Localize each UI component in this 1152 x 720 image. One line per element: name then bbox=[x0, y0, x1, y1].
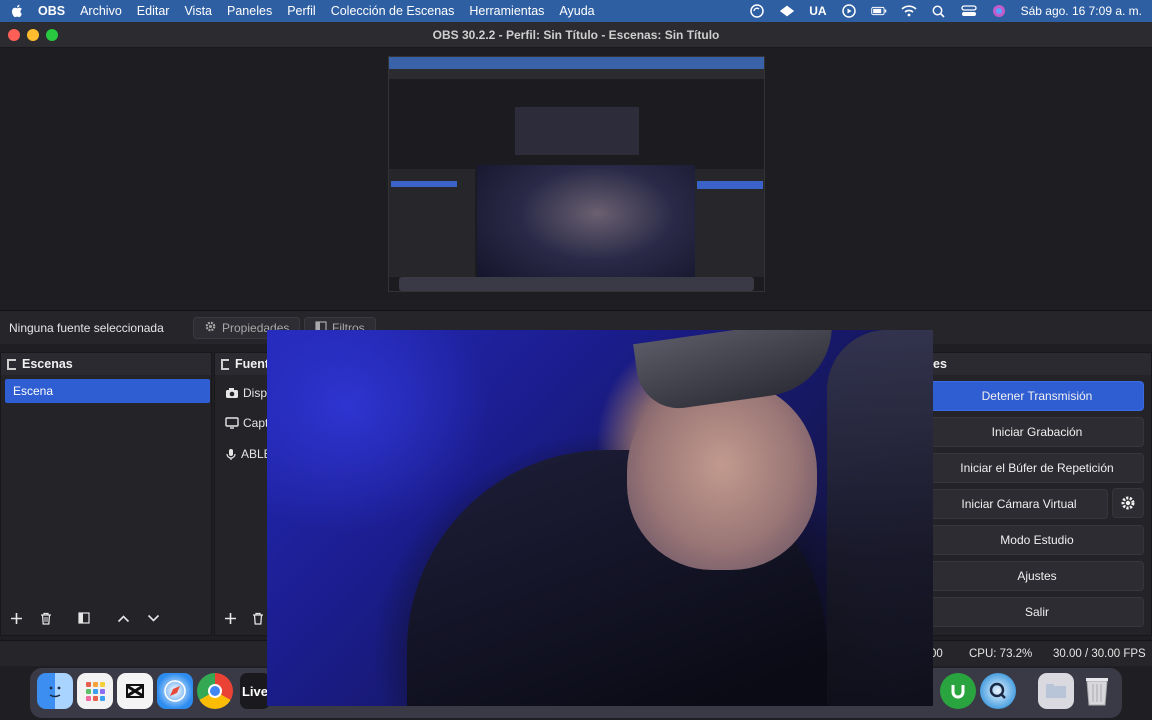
add-scene-button[interactable] bbox=[4, 607, 28, 629]
input-source-indicator[interactable]: UA bbox=[809, 4, 826, 18]
move-scene-up-button[interactable] bbox=[111, 607, 135, 629]
menu-ayuda[interactable]: Ayuda bbox=[559, 4, 594, 18]
remove-source-button[interactable] bbox=[247, 607, 269, 629]
quicktime-dock-icon[interactable] bbox=[980, 673, 1016, 709]
gear-icon bbox=[1121, 496, 1135, 510]
cpu-usage: CPU: 73.2% bbox=[969, 648, 1033, 660]
close-window-button[interactable] bbox=[8, 29, 20, 41]
scene-list-item[interactable]: Escena bbox=[5, 379, 210, 403]
utorrent-dock-icon[interactable] bbox=[940, 673, 976, 709]
preview-nested-preview bbox=[515, 107, 639, 155]
monitor-icon bbox=[225, 417, 239, 429]
finder-dock-icon[interactable] bbox=[37, 673, 73, 709]
menu-herramientas[interactable]: Herramientas bbox=[469, 4, 544, 18]
menubar-status-area: UA Sáb ago. 16 7:09 a. m. bbox=[749, 0, 1142, 22]
scene-item-label: Escena bbox=[13, 384, 54, 398]
webcam-person-face bbox=[627, 380, 817, 570]
window-title: OBS 30.2.2 - Perfil: Sin Título - Escena… bbox=[432, 27, 720, 42]
dock-grip-icon bbox=[7, 358, 16, 370]
scenes-dock-header[interactable]: Escenas bbox=[1, 353, 211, 375]
trash-icon bbox=[41, 612, 51, 625]
live-app-dock-icon[interactable]: Live bbox=[240, 673, 270, 709]
sources-dock: Fuent Dispo Capt ABLE bbox=[214, 352, 274, 636]
microphone-icon bbox=[226, 448, 236, 460]
plus-icon bbox=[224, 612, 236, 624]
menu-paneles[interactable]: Paneles bbox=[227, 4, 272, 18]
webcam-background-person bbox=[827, 330, 933, 706]
sources-dock-header[interactable]: Fuent bbox=[215, 353, 269, 375]
camera-icon bbox=[226, 388, 238, 398]
minimize-window-button[interactable] bbox=[27, 29, 39, 41]
start-replay-buffer-button[interactable]: Iniciar el Búfer de Repetición bbox=[930, 453, 1144, 483]
menu-app-obs[interactable]: OBS bbox=[38, 4, 65, 18]
scenes-dock-toolbar bbox=[1, 605, 211, 631]
preview-nested-control-selected bbox=[697, 181, 763, 189]
source-item[interactable]: Capt bbox=[225, 413, 268, 433]
scenes-dock-title: Escenas bbox=[22, 357, 73, 371]
spotlight-search-icon[interactable] bbox=[931, 4, 947, 18]
preview-nested-titlebar bbox=[389, 69, 764, 79]
chevron-up-icon bbox=[117, 614, 129, 622]
controls-dock-title: es bbox=[933, 357, 947, 371]
preview-nested-dock bbox=[399, 277, 754, 291]
program-preview[interactable] bbox=[388, 56, 765, 292]
play-circle-icon[interactable] bbox=[841, 4, 857, 18]
no-source-selected-label: Ninguna fuente seleccionada bbox=[9, 321, 164, 335]
preview-webcam-image bbox=[477, 165, 695, 287]
battery-icon[interactable] bbox=[870, 4, 887, 18]
fps-readout: 30.00 / 30.00 FPS bbox=[1053, 648, 1146, 660]
sync-icon[interactable] bbox=[749, 4, 765, 18]
live-app-label: Live bbox=[241, 683, 268, 699]
window-controls bbox=[8, 29, 58, 41]
menu-coleccion-escenas[interactable]: Colección de Escenas bbox=[331, 4, 455, 18]
trash-icon bbox=[253, 612, 263, 625]
zoom-window-button[interactable] bbox=[46, 29, 58, 41]
virtual-camera-settings-button[interactable] bbox=[1112, 488, 1144, 518]
move-scene-down-button[interactable] bbox=[141, 607, 165, 629]
wifi-icon[interactable] bbox=[901, 4, 917, 18]
stop-streaming-button[interactable]: Detener Transmisión bbox=[930, 381, 1144, 411]
remove-scene-button[interactable] bbox=[34, 607, 58, 629]
start-virtual-camera-button[interactable]: Iniciar Cámara Virtual bbox=[930, 489, 1108, 519]
siri-icon[interactable] bbox=[991, 4, 1007, 18]
chrome-dock-icon[interactable] bbox=[197, 673, 233, 709]
scenes-dock: Escenas Escena bbox=[0, 352, 212, 636]
settings-button[interactable]: Ajustes bbox=[930, 561, 1144, 591]
studio-mode-button[interactable]: Modo Estudio bbox=[930, 525, 1144, 555]
control-center-icon[interactable] bbox=[960, 4, 977, 18]
plus-icon bbox=[10, 612, 22, 624]
preview-nested-scene-selected bbox=[391, 181, 457, 187]
add-source-button[interactable] bbox=[219, 607, 241, 629]
gear-icon bbox=[204, 320, 217, 336]
safari-dock-icon[interactable] bbox=[157, 673, 193, 709]
webcam-overlay-image bbox=[267, 330, 933, 706]
macos-menubar: OBS Archivo Editar Vista Paneles Perfil … bbox=[0, 0, 1152, 22]
menu-editar[interactable]: Editar bbox=[137, 4, 170, 18]
apple-icon[interactable] bbox=[10, 4, 24, 18]
folder-stack-dock-icon[interactable] bbox=[1038, 673, 1074, 709]
source-item-label: Capt bbox=[243, 416, 269, 430]
diamond-icon[interactable] bbox=[779, 4, 795, 18]
dock-grip-icon bbox=[221, 358, 229, 370]
exit-button[interactable]: Salir bbox=[930, 597, 1144, 627]
chevron-down-icon bbox=[147, 614, 159, 622]
filter-icon bbox=[78, 612, 90, 624]
window-titlebar: OBS 30.2.2 - Perfil: Sin Título - Escena… bbox=[0, 22, 1152, 48]
preview-nested-menubar bbox=[389, 57, 764, 69]
preview-area bbox=[0, 48, 1152, 302]
sources-dock-toolbar bbox=[215, 605, 269, 631]
menu-vista[interactable]: Vista bbox=[184, 4, 212, 18]
launchpad-dock-icon[interactable] bbox=[77, 673, 113, 709]
screen: OBS Archivo Editar Vista Paneles Perfil … bbox=[0, 0, 1152, 720]
menu-archivo[interactable]: Archivo bbox=[80, 4, 122, 18]
controls-dock-header[interactable]: es bbox=[927, 353, 1151, 375]
sources-dock-title: Fuent bbox=[234, 357, 269, 371]
trash-dock-icon[interactable] bbox=[1079, 673, 1115, 709]
start-recording-button[interactable]: Iniciar Grabación bbox=[930, 417, 1144, 447]
capcut-dock-icon[interactable] bbox=[117, 673, 153, 709]
menubar-clock[interactable]: Sáb ago. 16 7:09 a. m. bbox=[1021, 4, 1142, 18]
source-item[interactable]: ABLE bbox=[225, 444, 272, 464]
scene-filters-button[interactable] bbox=[72, 607, 96, 629]
menu-perfil[interactable]: Perfil bbox=[287, 4, 315, 18]
